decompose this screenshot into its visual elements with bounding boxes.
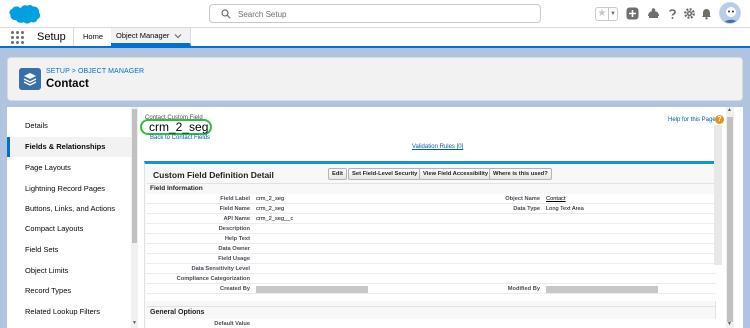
table-row: Data Sensitivity Level (146, 264, 716, 274)
field-information-header: Field Information (147, 183, 715, 193)
field-value: crm_2_seg (256, 206, 285, 212)
scroll-up-arrow-icon[interactable]: ▲ (727, 108, 732, 113)
field-label: Compliance Categorization (176, 276, 250, 282)
table-row: Compliance Categorization (146, 274, 716, 284)
main-content: Contact Custom Field crm_2_seg Back to C… (138, 107, 743, 328)
help-icon[interactable] (666, 7, 679, 20)
object-manager-icon (19, 68, 41, 90)
field-label: API Name (223, 216, 250, 222)
where-is-this-used-button[interactable]: Where is this used? (489, 168, 552, 180)
sidebar-item-buttons-links-actions[interactable]: Buttons, Links, and Actions (7, 199, 131, 219)
search-icon (221, 9, 231, 19)
field-label: Data Owner (218, 246, 250, 252)
bell-icon[interactable] (700, 7, 713, 20)
table-row: Help Text (146, 234, 716, 244)
scroll-down-arrow-icon[interactable]: ▼ (132, 321, 137, 326)
tab-home[interactable]: Home (73, 28, 114, 46)
sidebar-item-field-sets[interactable]: Field Sets (7, 240, 131, 260)
table-row: API Name crm_2_seg__c (146, 214, 716, 224)
sidebar-item-object-limits[interactable]: Object Limits (7, 261, 131, 281)
table-row: Default Value (146, 319, 716, 328)
field-label: Description (218, 226, 250, 232)
highlight-circle: crm_2_seg (140, 119, 212, 135)
setup-search[interactable] (209, 4, 541, 23)
redacted-modified-by (546, 286, 658, 293)
sidebar-item-lightning-record-pages[interactable]: Lightning Record Pages (7, 179, 131, 199)
page-title: Contact (46, 78, 89, 90)
table-row: Field Usage (146, 254, 716, 264)
validation-rules-link[interactable]: Validation Rules [0] (412, 144, 463, 150)
tab-object-manager[interactable]: Object Manager (111, 28, 191, 46)
field-definition-block: Custom Field Definition Detail Edit Set … (144, 161, 716, 328)
field-label: Help Text (224, 236, 250, 242)
general-options-header: General Options (147, 306, 715, 318)
sidebar-item-details[interactable]: Details (7, 116, 131, 136)
page-header: SETUP > OBJECT MANAGER Contact (7, 57, 743, 101)
tab-object-manager-label: Object Manager (116, 31, 170, 40)
trailhead-icon[interactable] (647, 7, 660, 20)
inner-scroll-track (714, 125, 722, 265)
field-info-table: Field Label crm_2_seg Object Name Contac… (146, 194, 716, 301)
sidebar-scroll-thumb[interactable] (132, 109, 137, 243)
object-sidebar: Details Fields & Relationships Page Layo… (7, 107, 138, 328)
chevron-down-icon[interactable] (174, 32, 182, 40)
global-header: ★ ▼ (0, 0, 750, 28)
scroll-down-arrow-icon[interactable]: ▼ (727, 322, 732, 327)
favorites-group[interactable]: ★ ▼ (595, 7, 618, 21)
table-row: Field Label crm_2_seg Object Name Contac… (146, 194, 716, 204)
field-label: Field Usage (218, 256, 250, 262)
back-to-fields-link[interactable]: Back to Contact Fields (150, 135, 210, 141)
sidebar-item-related-lookup-filters[interactable]: Related Lookup Filters (7, 302, 131, 322)
section-title: Custom Field Definition Detail (153, 170, 274, 180)
sidebar-item-compact-layouts[interactable]: Compact Layouts (7, 219, 131, 239)
field-label: Field Label (220, 196, 250, 202)
help-link[interactable]: Help for this Page (668, 117, 716, 123)
set-field-level-security-button[interactable]: Set Field-Level Security (348, 168, 422, 180)
star-icon[interactable]: ★ (596, 8, 608, 20)
caret-down-icon[interactable]: ▼ (608, 8, 617, 20)
field-label: Data Sensitivity Level (191, 266, 250, 272)
object-name-link[interactable]: Contact (546, 194, 566, 204)
field-title: crm_2_seg (149, 120, 209, 134)
field-label: Field Name (219, 206, 250, 212)
sidebar-scrollbar[interactable]: ▼ (131, 107, 138, 328)
field-label: Default Value (214, 321, 250, 327)
field-value: crm_2_seg (256, 196, 285, 202)
table-row: Field Name crm_2_seg Data Type Long Text… (146, 204, 716, 214)
salesforce-logo[interactable] (7, 4, 41, 25)
field-label: Data Type (513, 206, 540, 212)
gear-icon[interactable] (683, 7, 696, 20)
add-icon[interactable] (626, 7, 639, 20)
sidebar-item-page-layouts[interactable]: Page Layouts (7, 158, 131, 178)
edit-button[interactable]: Edit (328, 168, 347, 180)
app-nav-bar: Setup Home Object Manager (0, 28, 750, 48)
redacted-created-by (256, 286, 368, 293)
app-launcher-icon[interactable] (11, 31, 24, 44)
main-scrollbar[interactable]: ▲ ▼ (726, 107, 734, 328)
field-label: Modified By (507, 286, 540, 292)
table-row: Description (146, 224, 716, 234)
field-label: Object Name (505, 196, 540, 202)
search-input[interactable] (238, 7, 528, 21)
breadcrumb[interactable]: SETUP > OBJECT MANAGER (46, 68, 144, 75)
table-row: Created By Modified By (146, 284, 716, 294)
avatar[interactable] (719, 2, 741, 24)
app-name: Setup (37, 31, 66, 43)
user-avatar-icon (720, 3, 740, 23)
view-field-accessibility-button[interactable]: View Field Accessibility (419, 168, 493, 180)
field-label: Created By (219, 286, 250, 292)
field-value: crm_2_seg__c (256, 216, 294, 222)
field-value: Long Text Area (546, 206, 584, 212)
table-row: Data Owner (146, 244, 716, 254)
main-scroll-thumb[interactable] (727, 117, 733, 322)
sidebar-item-fields-relationships[interactable]: Fields & Relationships (7, 137, 131, 157)
sidebar-item-record-types[interactable]: Record Types (7, 281, 131, 301)
help-question-icon[interactable]: ? (715, 115, 724, 124)
